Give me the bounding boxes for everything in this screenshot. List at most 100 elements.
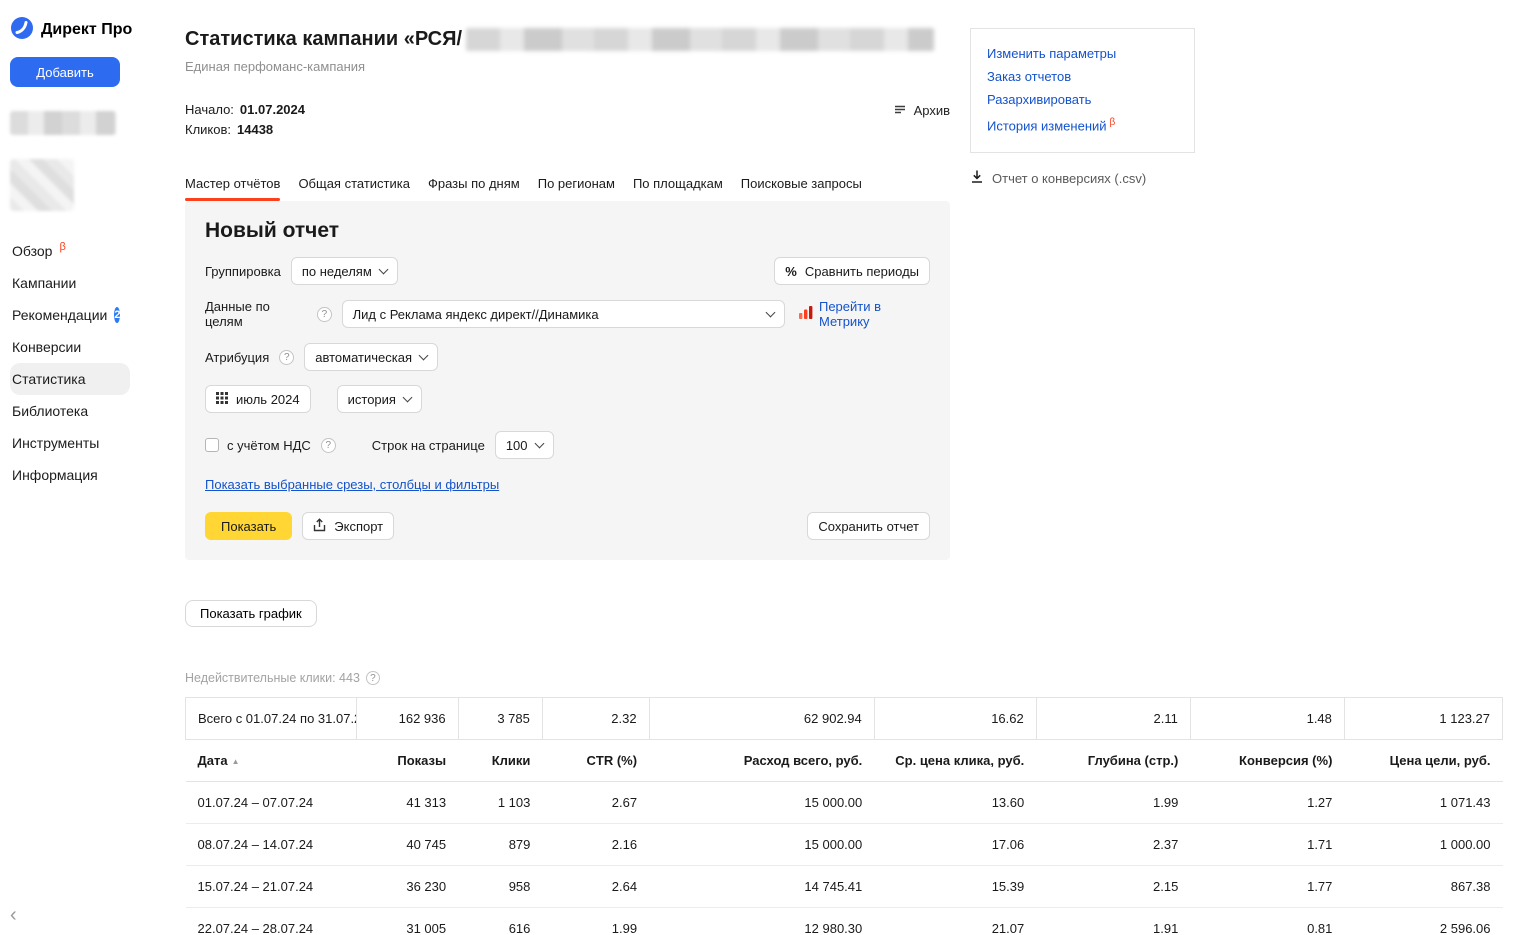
report-tab[interactable]: Поисковые запросы — [741, 176, 862, 201]
column-header[interactable]: Конверсия (%) — [1190, 740, 1344, 782]
go-to-metrika-link[interactable]: Перейти в Метрику — [819, 299, 930, 329]
sidebar-item-label: Обзор — [12, 243, 52, 259]
grouping-value: по неделям — [302, 264, 372, 279]
grouping-select[interactable]: по неделям — [291, 257, 398, 285]
value-cell: 616 — [458, 908, 542, 935]
rows-per-page-select[interactable]: 100 — [495, 431, 554, 459]
app-title: Директ Про — [41, 21, 132, 39]
show-filters-link[interactable]: Показать выбранные срезы, столбцы и филь… — [205, 477, 499, 492]
report-tab-label: По регионам — [538, 176, 615, 191]
sidebar-item-label: Инструменты — [12, 435, 99, 451]
value-cell: 1.99 — [1036, 782, 1190, 824]
column-header[interactable]: Клики — [458, 740, 542, 782]
table-row: 22.07.24 – 28.07.24 31 005 616 1.99 12 9… — [186, 908, 1503, 935]
attribution-select[interactable]: автоматическая — [304, 343, 438, 371]
value-cell: 13.60 — [874, 782, 1036, 824]
campaign-action-link[interactable]: Заказ отчетов — [987, 65, 1178, 88]
period-button[interactable]: июль 2024 — [205, 385, 311, 413]
campaign-action-link[interactable]: История измененийβ — [987, 111, 1178, 137]
report-tab[interactable]: Фразы по дням — [428, 176, 520, 201]
help-icon[interactable]: ? — [317, 307, 332, 322]
campaign-action-link[interactable]: Изменить параметры — [987, 42, 1178, 65]
value-cell: 1.77 — [1190, 866, 1344, 908]
report-tab-label: Поисковые запросы — [741, 176, 862, 191]
summary-value-cell: 1.48 — [1190, 698, 1344, 740]
attribution-value: автоматическая — [315, 350, 412, 365]
rows-per-page-value: 100 — [506, 438, 528, 453]
report-tabs: Мастер отчётов Общая статистика Фразы по… — [185, 176, 950, 201]
value-cell: 40 745 — [357, 824, 458, 866]
show-report-button[interactable]: Показать — [205, 512, 292, 540]
report-tab[interactable]: По регионам — [538, 176, 615, 201]
export-icon — [313, 518, 326, 535]
sidebar-item[interactable]: Конверсии — [10, 331, 130, 363]
percent-icon: % — [785, 264, 797, 279]
save-report-label: Сохранить отчет — [818, 519, 919, 534]
help-icon[interactable]: ? — [366, 671, 380, 685]
report-tab[interactable]: По площадкам — [633, 176, 723, 201]
sidebar-item[interactable]: Информация — [10, 459, 130, 491]
sidebar-item-label: Кампании — [12, 275, 76, 291]
sidebar-nav: Обзор β Кампании Рекомендации 2 — [10, 235, 140, 491]
column-header[interactable]: Цена цели, руб. — [1344, 740, 1502, 782]
report-tab[interactable]: Мастер отчётов — [185, 176, 280, 201]
column-header[interactable]: Расход всего, руб. — [649, 740, 874, 782]
summary-row: Всего с 01.07.24 по 31.07.24 162 936 3 7… — [186, 698, 1503, 740]
column-header[interactable]: CTR (%) — [542, 740, 649, 782]
app-logo[interactable]: Директ Про — [10, 16, 140, 43]
sidebar-item[interactable]: Рекомендации 2 — [10, 299, 130, 331]
main-content: Статистика кампании «РСЯ/ Единая перфома… — [140, 0, 1513, 935]
column-header[interactable]: Показы — [357, 740, 458, 782]
help-icon[interactable]: ? — [321, 438, 336, 453]
invalid-clicks-text: Недействительные клики: 443 — [185, 671, 360, 685]
sidebar-item[interactable]: Инструменты — [10, 427, 130, 459]
sort-asc-icon: ▲ — [232, 757, 240, 766]
rows-per-page-label: Строк на странице — [372, 438, 485, 453]
value-cell: 2.15 — [1036, 866, 1190, 908]
value-cell: 1.71 — [1190, 824, 1344, 866]
conversions-csv-link[interactable]: Отчет о конверсиях (.csv) — [970, 169, 1195, 187]
sidebar-item-label: Конверсии — [12, 339, 81, 355]
sidebar-item[interactable]: Библиотека — [10, 395, 130, 427]
report-tab[interactable]: Общая статистика — [298, 176, 410, 201]
direct-pro-logo-icon — [10, 16, 34, 43]
column-header[interactable]: Глубина (стр.) — [1036, 740, 1190, 782]
value-cell: 1.27 — [1190, 782, 1344, 824]
collapse-sidebar-button[interactable]: ‹ — [10, 905, 17, 925]
sidebar-item-label: Рекомендации — [12, 307, 107, 323]
page-title: Статистика кампании «РСЯ/ — [185, 28, 462, 51]
save-report-button[interactable]: Сохранить отчет — [807, 512, 930, 540]
add-button[interactable]: Добавить — [10, 57, 120, 87]
value-cell: 867.38 — [1344, 866, 1502, 908]
value-cell: 2.64 — [542, 866, 649, 908]
redacted-campaign-name — [466, 28, 934, 51]
campaign-info: Начало:01.07.2024 Кликов:14438 — [185, 100, 305, 140]
value-cell: 15 000.00 — [649, 782, 874, 824]
help-icon[interactable]: ? — [279, 350, 294, 365]
vat-checkbox[interactable] — [205, 438, 219, 452]
compare-periods-button[interactable]: % Сравнить периоды — [774, 257, 930, 285]
invalid-clicks-note: Недействительные клики: 443 ? — [185, 671, 1503, 685]
history-select[interactable]: история — [337, 385, 422, 413]
sidebar-item[interactable]: Обзор β — [10, 235, 130, 267]
sidebar-item[interactable]: Кампании — [10, 267, 130, 299]
column-header[interactable]: Ср. цена клика, руб. — [874, 740, 1036, 782]
compare-periods-label: Сравнить периоды — [805, 264, 919, 279]
sidebar-item-label: Библиотека — [12, 403, 88, 419]
report-tab-label: Фразы по дням — [428, 176, 520, 191]
value-cell: 1.91 — [1036, 908, 1190, 935]
sidebar: Директ Про Добавить Обзор β Кампании — [0, 0, 140, 935]
goals-select[interactable]: Лид с Реклама яндекс директ//Динамика — [342, 300, 785, 328]
export-button[interactable]: Экспорт — [302, 512, 394, 540]
value-cell: 14 745.41 — [649, 866, 874, 908]
sidebar-item[interactable]: Статистика — [10, 363, 130, 395]
summary-value-cell: 3 785 — [458, 698, 542, 740]
column-header-date[interactable]: Дата▲ — [186, 740, 357, 782]
campaign-action-link[interactable]: Разархивировать — [987, 88, 1178, 111]
chevron-down-icon — [419, 350, 429, 360]
beta-badge: β — [1110, 117, 1116, 128]
report-tab-label: Мастер отчётов — [185, 176, 280, 191]
table-body: 01.07.24 – 07.07.24 41 313 1 103 2.67 15… — [186, 782, 1503, 935]
beta-badge: β — [59, 241, 65, 253]
show-chart-button[interactable]: Показать график — [185, 600, 317, 627]
